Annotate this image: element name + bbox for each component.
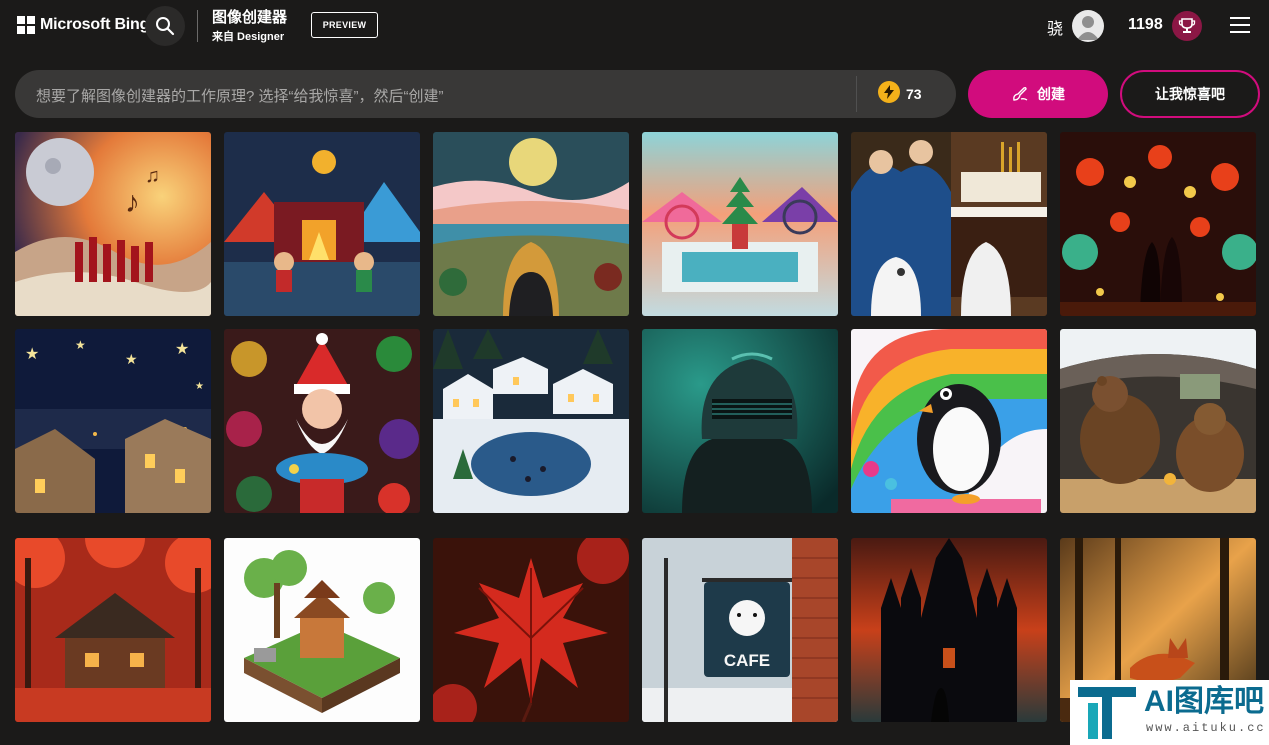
watermark-brand: AI图库吧 <box>1144 685 1264 718</box>
gallery-image[interactable] <box>642 132 838 316</box>
watermark-url: www.aituku.cc <box>1146 721 1266 735</box>
gallery-image[interactable] <box>1060 329 1256 513</box>
svg-text:★: ★ <box>195 381 204 392</box>
watermark-logo-icon <box>1078 687 1136 739</box>
gallery-image[interactable] <box>224 538 420 722</box>
gallery-image[interactable]: ★ ★ ★ ★ ★ <box>15 329 211 513</box>
watermark: AI图库吧 www.aituku.cc <box>1070 680 1269 745</box>
svg-text:★: ★ <box>75 338 86 352</box>
svg-text:★: ★ <box>25 346 39 363</box>
svg-text:♫: ♫ <box>145 165 160 187</box>
gallery-image[interactable] <box>642 329 838 513</box>
cafe-sign-text: CAFE <box>724 651 770 670</box>
gallery-image[interactable]: ♪ ♫ <box>15 132 211 316</box>
gallery-image[interactable] <box>224 132 420 316</box>
gallery-image[interactable] <box>433 132 629 316</box>
svg-text:★: ★ <box>125 351 138 367</box>
gallery-image[interactable] <box>1060 132 1256 316</box>
gallery-image[interactable] <box>433 538 629 722</box>
gallery-image[interactable]: CAFE <box>642 538 838 722</box>
gallery-image[interactable] <box>851 329 1047 513</box>
gallery-image[interactable] <box>433 329 629 513</box>
svg-text:★: ★ <box>175 341 189 358</box>
image-gallery: ♪ ♫ ★ ★ ★ ★ ★ CAFE <box>0 0 1269 745</box>
gallery-image[interactable] <box>224 329 420 513</box>
svg-text:♪: ♪ <box>125 186 140 219</box>
gallery-image[interactable] <box>851 132 1047 316</box>
gallery-image[interactable] <box>851 538 1047 722</box>
gallery-image[interactable] <box>15 538 211 722</box>
